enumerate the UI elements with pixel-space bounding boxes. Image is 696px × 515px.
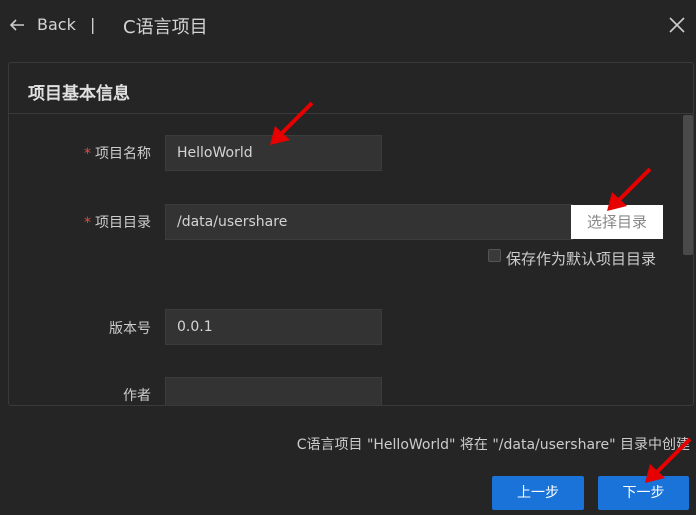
close-icon[interactable] [668, 16, 686, 34]
back-button[interactable]: Back [37, 15, 76, 34]
project-name-label-text: 项目名称 [95, 146, 151, 162]
project-dir-label-text: 项目目录 [95, 215, 151, 231]
top-bar: Back | C语言项目 [0, 0, 696, 52]
project-dir-label: * 项目目录 [11, 212, 151, 232]
author-label-text: 作者 [123, 388, 151, 404]
required-mark: * [84, 215, 91, 231]
page-title: C语言项目 [123, 17, 208, 38]
required-mark: * [84, 146, 91, 162]
save-default-checkbox[interactable] [488, 249, 501, 262]
panel-scrollbar[interactable] [683, 115, 693, 255]
panel-header: 项目基本信息 [9, 63, 693, 114]
project-name-input[interactable]: HelloWorld [165, 135, 382, 171]
creation-note: C语言项目 "HelloWorld" 将在 "/data/usershare" … [296, 437, 690, 453]
prev-step-button[interactable]: 上一步 [492, 476, 584, 510]
version-input[interactable]: 0.0.1 [165, 309, 382, 345]
author-label: 作者 [11, 385, 151, 405]
save-default-label[interactable]: 保存作为默认项目目录 [506, 248, 656, 269]
project-dir-input[interactable]: /data/usershare [165, 204, 573, 240]
version-label: 版本号 [11, 318, 151, 338]
panel-title: 项目基本信息 [28, 84, 130, 104]
header-separator: | [90, 15, 96, 34]
project-name-label: * 项目名称 [11, 143, 151, 163]
project-info-panel: 项目基本信息 * 项目名称 HelloWorld * 项目目录 /data/user… [8, 62, 694, 406]
next-step-button[interactable]: 下一步 [598, 476, 689, 510]
author-input[interactable] [165, 377, 382, 405]
back-arrow-icon[interactable] [8, 16, 26, 34]
version-label-text: 版本号 [109, 321, 151, 337]
choose-directory-button[interactable]: 选择目录 [571, 205, 663, 239]
